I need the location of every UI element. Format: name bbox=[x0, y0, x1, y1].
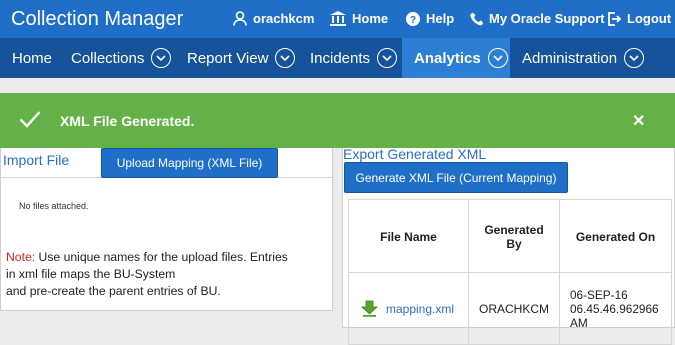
export-panel: Export Generated XML Generate XML File (… bbox=[342, 146, 675, 345]
bank-icon bbox=[330, 11, 346, 26]
close-icon[interactable]: ✕ bbox=[632, 111, 645, 131]
file-name-cell: mapping.xml bbox=[348, 272, 469, 345]
chevron-down-icon[interactable] bbox=[487, 48, 508, 68]
note-line-2: in xml file maps the BU-System bbox=[6, 267, 176, 281]
main-nav: Home Collections Report View Incidents A… bbox=[0, 38, 675, 78]
logout-link-label: Logout bbox=[627, 11, 672, 26]
user-name: orachkcm bbox=[253, 11, 315, 26]
table-header-row: File Name Generated By Generated On bbox=[348, 199, 672, 273]
import-title: Import File bbox=[3, 152, 70, 168]
generated-by-line-1: Generated bbox=[484, 223, 544, 237]
nav-incidents-label: Incidents bbox=[310, 49, 371, 67]
upload-mapping-button[interactable]: Upload Mapping (XML File) bbox=[101, 148, 278, 178]
nav-home[interactable]: Home bbox=[0, 38, 60, 78]
column-header-file-name[interactable]: File Name bbox=[348, 199, 469, 273]
nav-incidents[interactable]: Incidents bbox=[298, 38, 398, 78]
nav-report-view[interactable]: Report View bbox=[176, 38, 296, 78]
column-header-generated-on[interactable]: Generated On bbox=[559, 199, 672, 273]
generated-by-line-2: By bbox=[506, 237, 522, 251]
chevron-down-icon[interactable] bbox=[151, 48, 172, 68]
generated-files-table: File Name Generated By Generated On mapp… bbox=[348, 199, 672, 345]
generate-xml-button[interactable]: Generate XML File (Current Mapping) bbox=[344, 162, 568, 193]
nav-collections-label: Collections bbox=[71, 49, 145, 67]
no-files-text: No files attached. bbox=[19, 201, 89, 211]
upload-note: Note: Use unique names for the upload fi… bbox=[6, 249, 331, 300]
help-link-label: Help bbox=[426, 11, 455, 26]
note-line-1: Use unique names for the upload files. E… bbox=[35, 250, 288, 264]
note-label: Note: bbox=[6, 250, 36, 264]
nav-report-view-label: Report View bbox=[187, 49, 269, 67]
date-line-2: 06.45.46.962966 bbox=[570, 301, 659, 316]
logout-link[interactable]: Logout bbox=[607, 11, 671, 26]
nav-collections[interactable]: Collections bbox=[60, 38, 172, 78]
nav-analytics-label: Analytics bbox=[414, 49, 481, 67]
chevron-down-icon[interactable] bbox=[624, 48, 645, 68]
help-icon: ? bbox=[406, 11, 420, 26]
date-line-3: AM bbox=[570, 315, 588, 330]
nav-analytics[interactable]: Analytics bbox=[402, 38, 510, 78]
home-link[interactable]: Home bbox=[330, 11, 388, 26]
column-header-generated-by[interactable]: Generated By bbox=[468, 199, 560, 273]
date-line-1: 06-SEP-16 bbox=[570, 287, 628, 302]
svg-text:?: ? bbox=[410, 15, 416, 26]
help-link[interactable]: ? Help bbox=[406, 11, 454, 26]
banner-message: XML File Generated. bbox=[60, 113, 195, 129]
file-download-link[interactable]: mapping.xml bbox=[386, 302, 454, 316]
nav-home-label: Home bbox=[12, 49, 53, 67]
table-row: mapping.xml ORACHKCM 06-SEP-16 06.45.46.… bbox=[348, 272, 672, 345]
export-title: Export Generated XML bbox=[343, 146, 487, 162]
support-link[interactable]: My Oracle Support bbox=[470, 11, 605, 26]
import-panel: Import File Upload Mapping (XML File) No… bbox=[0, 148, 334, 311]
support-link-label: My Oracle Support bbox=[489, 11, 605, 26]
generated-on-cell: 06-SEP-16 06.45.46.962966 AM bbox=[559, 272, 672, 345]
home-link-label: Home bbox=[352, 11, 389, 26]
download-icon[interactable] bbox=[361, 300, 378, 317]
top-header: Collection Manager orachkcm Home ? Help … bbox=[0, 0, 675, 38]
user-icon bbox=[233, 11, 247, 26]
generated-by-cell: ORACHKCM bbox=[468, 272, 560, 345]
phone-icon bbox=[470, 12, 483, 25]
check-icon bbox=[19, 111, 41, 128]
nav-administration-label: Administration bbox=[522, 49, 618, 67]
user-menu[interactable]: orachkcm bbox=[233, 11, 314, 26]
chevron-down-icon[interactable] bbox=[275, 48, 296, 68]
success-banner: XML File Generated. ✕ bbox=[0, 93, 675, 148]
app-title: Collection Manager bbox=[11, 8, 184, 30]
logout-icon bbox=[608, 11, 621, 26]
chevron-down-icon[interactable] bbox=[377, 48, 398, 68]
note-line-3: and pre-create the parent entries of BU. bbox=[6, 284, 221, 298]
nav-administration[interactable]: Administration bbox=[510, 38, 645, 78]
